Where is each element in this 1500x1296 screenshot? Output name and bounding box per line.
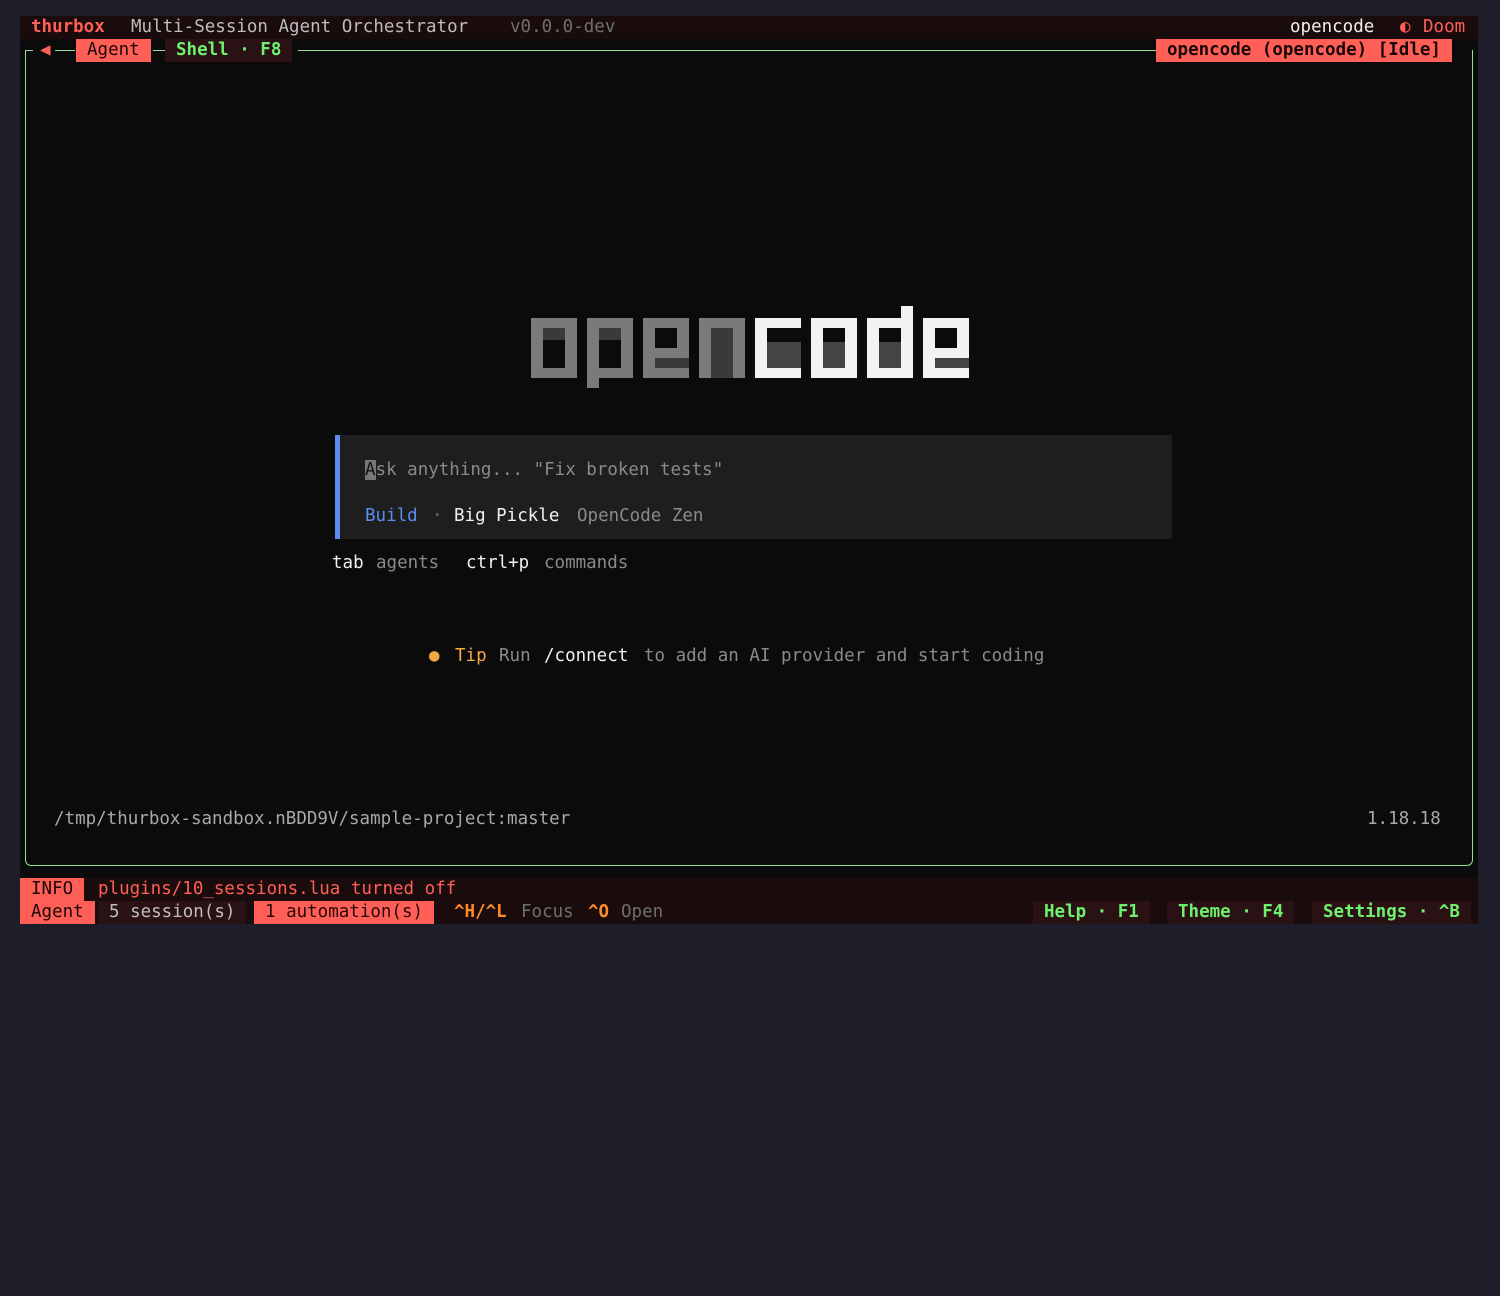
app-name: thurbox <box>31 17 105 37</box>
project-path: /tmp/thurbox-sandbox.nBDD9V/sample-proje… <box>54 809 571 829</box>
automation-count[interactable]: 1 automation(s) <box>254 901 435 924</box>
half-circle-icon: ◐ <box>1400 17 1411 37</box>
text-cursor: A <box>365 460 376 480</box>
tip-text-after: to add an AI provider and start coding <box>644 646 1045 666</box>
opencode-logo <box>531 306 969 388</box>
tab-shell[interactable]: Shell · F8 <box>165 39 293 62</box>
tip-bullet-icon: ● <box>429 646 440 666</box>
app-version: v0.0.0-dev <box>510 17 616 37</box>
agent-name: opencode <box>1290 17 1375 37</box>
key-open: ^O <box>588 902 610 922</box>
app-subtitle: Multi-Session Agent Orchestrator <box>131 17 469 37</box>
tab-agent[interactable]: Agent <box>76 39 151 62</box>
prompt-input[interactable]: Ask anything... "Fix broken tests" <box>365 459 723 482</box>
tip-label: Tip <box>455 646 487 666</box>
opencode-version: 1.18.18 <box>1367 809 1441 829</box>
hint-desc-agents: agents <box>376 553 440 573</box>
frame-top-segment <box>55 50 75 51</box>
open-desc: Open <box>621 902 664 922</box>
frame-top-segment <box>25 50 33 51</box>
theme-button[interactable]: Theme · F4 <box>1167 901 1295 924</box>
key-focus: ^H/^L <box>454 902 507 922</box>
prompt-placeholder: sk anything... "Fix broken tests" <box>375 460 724 480</box>
log-message: plugins/10_sessions.lua turned off <box>98 879 457 899</box>
model-name[interactable]: Big Pickle <box>454 505 559 528</box>
focus-desc: Focus <box>521 902 574 922</box>
frame-top-segment <box>153 50 165 51</box>
session-status-badge: opencode (opencode) [Idle] <box>1156 39 1452 62</box>
help-button[interactable]: Help · F1 <box>1033 901 1150 924</box>
provider-name: OpenCode Zen <box>577 506 704 526</box>
mode-badge: Agent <box>20 901 95 924</box>
terminal-window: thurbox Multi-Session Agent Orchestrator… <box>20 16 1478 924</box>
log-level-badge: INFO <box>20 878 85 901</box>
mode-label[interactable]: Build <box>365 505 418 528</box>
hint-key-tab: tab <box>332 553 364 573</box>
tip-command: /connect <box>544 646 629 666</box>
frame-top-segment <box>298 50 1156 51</box>
separator-dot: · <box>432 506 443 526</box>
session-count[interactable]: 5 session(s) <box>98 901 247 924</box>
back-arrow-icon[interactable]: ◀ <box>40 39 51 62</box>
hint-desc-commands: commands <box>544 553 629 573</box>
tip-text-before: Run <box>499 646 531 666</box>
theme-name[interactable]: Doom <box>1423 16 1465 39</box>
settings-button[interactable]: Settings · ^B <box>1312 901 1471 924</box>
prompt-input-box[interactable]: Ask anything... "Fix broken tests" Build… <box>335 435 1172 539</box>
hint-key-ctrl-p: ctrl+p <box>466 553 530 573</box>
